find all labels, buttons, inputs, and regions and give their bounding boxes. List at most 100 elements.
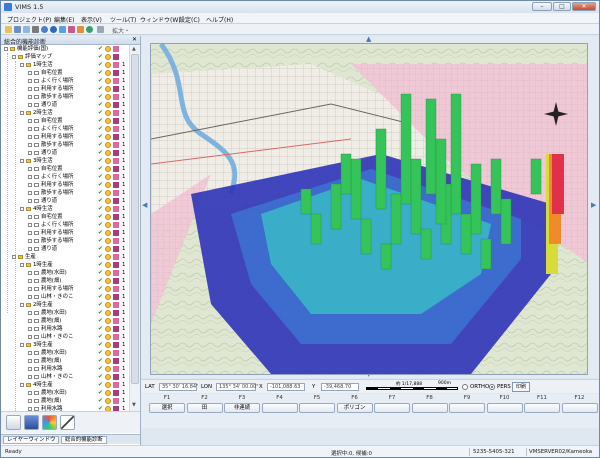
open-folder-icon[interactable] xyxy=(5,26,12,33)
tree-row[interactable]: 3時生活 ✔ 1 xyxy=(1,157,129,165)
expand-toggle-icon[interactable] xyxy=(20,63,24,67)
print-icon[interactable] xyxy=(32,26,39,33)
expand-toggle-icon[interactable] xyxy=(12,55,16,59)
expand-toggle-icon[interactable] xyxy=(28,119,32,123)
color-swatch[interactable] xyxy=(113,94,119,100)
visibility-check-icon[interactable]: ✔ xyxy=(98,118,104,124)
light-bulb-icon[interactable] xyxy=(105,374,111,380)
color-swatch[interactable] xyxy=(113,126,119,132)
expand-toggle-icon[interactable] xyxy=(28,199,32,203)
light-bulb-icon[interactable] xyxy=(105,350,111,356)
color-wheel-icon[interactable] xyxy=(42,415,57,430)
undo-icon[interactable] xyxy=(77,26,84,33)
tree-row[interactable]: 山林・きのこ ✔ 1 xyxy=(1,373,129,381)
light-bulb-icon[interactable] xyxy=(105,158,111,164)
fkey-button-f4[interactable] xyxy=(261,403,298,413)
expand-toggle-icon[interactable] xyxy=(20,159,24,163)
pin-icon[interactable] xyxy=(68,26,75,33)
color-swatch[interactable] xyxy=(113,174,119,180)
color-swatch[interactable] xyxy=(113,342,119,348)
visibility-check-icon[interactable]: ✔ xyxy=(98,246,104,252)
menu-project[interactable]: プロジェクト(P) xyxy=(7,15,51,24)
light-bulb-icon[interactable] xyxy=(105,54,111,60)
fkey-button-f6[interactable]: ポリゴン xyxy=(336,403,373,413)
visibility-check-icon[interactable]: ✔ xyxy=(98,302,104,308)
color-swatch[interactable] xyxy=(113,390,119,396)
tree-row[interactable]: 自宅位置 ✔ 1 xyxy=(1,117,129,125)
light-bulb-icon[interactable] xyxy=(105,278,111,284)
visibility-check-icon[interactable]: ✔ xyxy=(98,158,104,164)
visibility-check-icon[interactable]: ✔ xyxy=(98,318,104,324)
tree-row[interactable]: 山林・きのこ ✔ 1 xyxy=(1,333,129,341)
visibility-check-icon[interactable]: ✔ xyxy=(98,182,104,188)
color-swatch[interactable] xyxy=(113,158,119,164)
tree-scrollbar[interactable]: ▲ ▼ xyxy=(129,45,140,411)
menu-window[interactable]: ウィンドウ(W) xyxy=(140,15,181,24)
light-bulb-icon[interactable] xyxy=(105,94,111,100)
tree-row[interactable]: よく行く場所 ✔ 1 xyxy=(1,125,129,133)
light-bulb-icon[interactable] xyxy=(105,78,111,84)
tree-row[interactable]: 利用する場所 ✔ 1 xyxy=(1,229,129,237)
fkey-button-f11[interactable] xyxy=(524,403,560,413)
tree-row[interactable]: 自宅位置 ✔ 1 xyxy=(1,165,129,173)
tree-row[interactable]: 4時生活 ✔ 1 xyxy=(1,205,129,213)
expand-toggle-icon[interactable] xyxy=(20,383,24,387)
color-swatch[interactable] xyxy=(113,294,119,300)
light-bulb-icon[interactable] xyxy=(105,142,111,148)
color-swatch[interactable] xyxy=(113,182,119,188)
visibility-check-icon[interactable]: ✔ xyxy=(98,270,104,276)
pan-right-icon[interactable]: ▶ xyxy=(591,201,596,209)
tree-row[interactable]: 機能評価(国) ✔ xyxy=(1,45,129,53)
expand-toggle-icon[interactable] xyxy=(28,391,32,395)
color-swatch[interactable] xyxy=(113,278,119,284)
light-bulb-icon[interactable] xyxy=(105,118,111,124)
info-icon[interactable] xyxy=(50,26,57,33)
tree-row[interactable]: 利用する場所 ✔ 1 xyxy=(1,181,129,189)
visibility-check-icon[interactable]: ✔ xyxy=(98,238,104,244)
visibility-check-icon[interactable]: ✔ xyxy=(98,174,104,180)
copy-icon[interactable] xyxy=(23,26,30,33)
light-bulb-icon[interactable] xyxy=(105,246,111,252)
expand-toggle-icon[interactable] xyxy=(28,135,32,139)
visibility-check-icon[interactable]: ✔ xyxy=(98,166,104,172)
expand-toggle-icon[interactable] xyxy=(28,167,32,171)
light-bulb-icon[interactable] xyxy=(105,238,111,244)
light-bulb-icon[interactable] xyxy=(105,150,111,156)
light-bulb-icon[interactable] xyxy=(105,206,111,212)
tree-row[interactable]: 散歩する場所 ✔ 1 xyxy=(1,93,129,101)
tree-row[interactable]: 農地(水田) ✔ 1 xyxy=(1,349,129,357)
expand-toggle-icon[interactable] xyxy=(12,255,16,259)
minimize-button[interactable]: – xyxy=(532,2,552,11)
fkey-button-f9[interactable] xyxy=(449,403,485,413)
color-swatch[interactable] xyxy=(113,142,119,148)
expand-toggle-icon[interactable] xyxy=(28,271,32,275)
visibility-check-icon[interactable]: ✔ xyxy=(98,214,104,220)
fkey-button-f10[interactable] xyxy=(486,403,523,413)
save-disk-icon[interactable] xyxy=(24,415,39,430)
expand-toggle-icon[interactable] xyxy=(28,239,32,243)
light-bulb-icon[interactable] xyxy=(105,366,111,372)
menu-settings[interactable]: 設定(C) xyxy=(179,15,200,24)
light-bulb-icon[interactable] xyxy=(105,318,111,324)
tree-row[interactable]: 通り道 ✔ 1 xyxy=(1,101,129,109)
visibility-check-icon[interactable]: ✔ xyxy=(98,278,104,284)
visibility-check-icon[interactable]: ✔ xyxy=(98,62,104,68)
expand-toggle-icon[interactable] xyxy=(28,183,32,187)
tree-row[interactable]: 利用水路 ✔ 1 xyxy=(1,365,129,373)
light-bulb-icon[interactable] xyxy=(105,102,111,108)
expand-toggle-icon[interactable] xyxy=(28,399,32,403)
color-swatch[interactable] xyxy=(113,310,119,316)
expand-toggle-icon[interactable] xyxy=(4,47,8,51)
visibility-check-icon[interactable]: ✔ xyxy=(98,126,104,132)
visibility-check-icon[interactable]: ✔ xyxy=(98,86,104,92)
expand-toggle-icon[interactable] xyxy=(28,351,32,355)
tree-row[interactable]: よく行く場所 ✔ 1 xyxy=(1,173,129,181)
ortho-radio[interactable] xyxy=(462,384,468,390)
light-bulb-icon[interactable] xyxy=(105,222,111,228)
tree-row[interactable]: 利用水路 ✔ 1 xyxy=(1,325,129,333)
light-bulb-icon[interactable] xyxy=(105,62,111,68)
light-bulb-icon[interactable] xyxy=(105,334,111,340)
color-swatch[interactable] xyxy=(113,286,119,292)
light-bulb-icon[interactable] xyxy=(105,358,111,364)
visibility-check-icon[interactable]: ✔ xyxy=(98,102,104,108)
